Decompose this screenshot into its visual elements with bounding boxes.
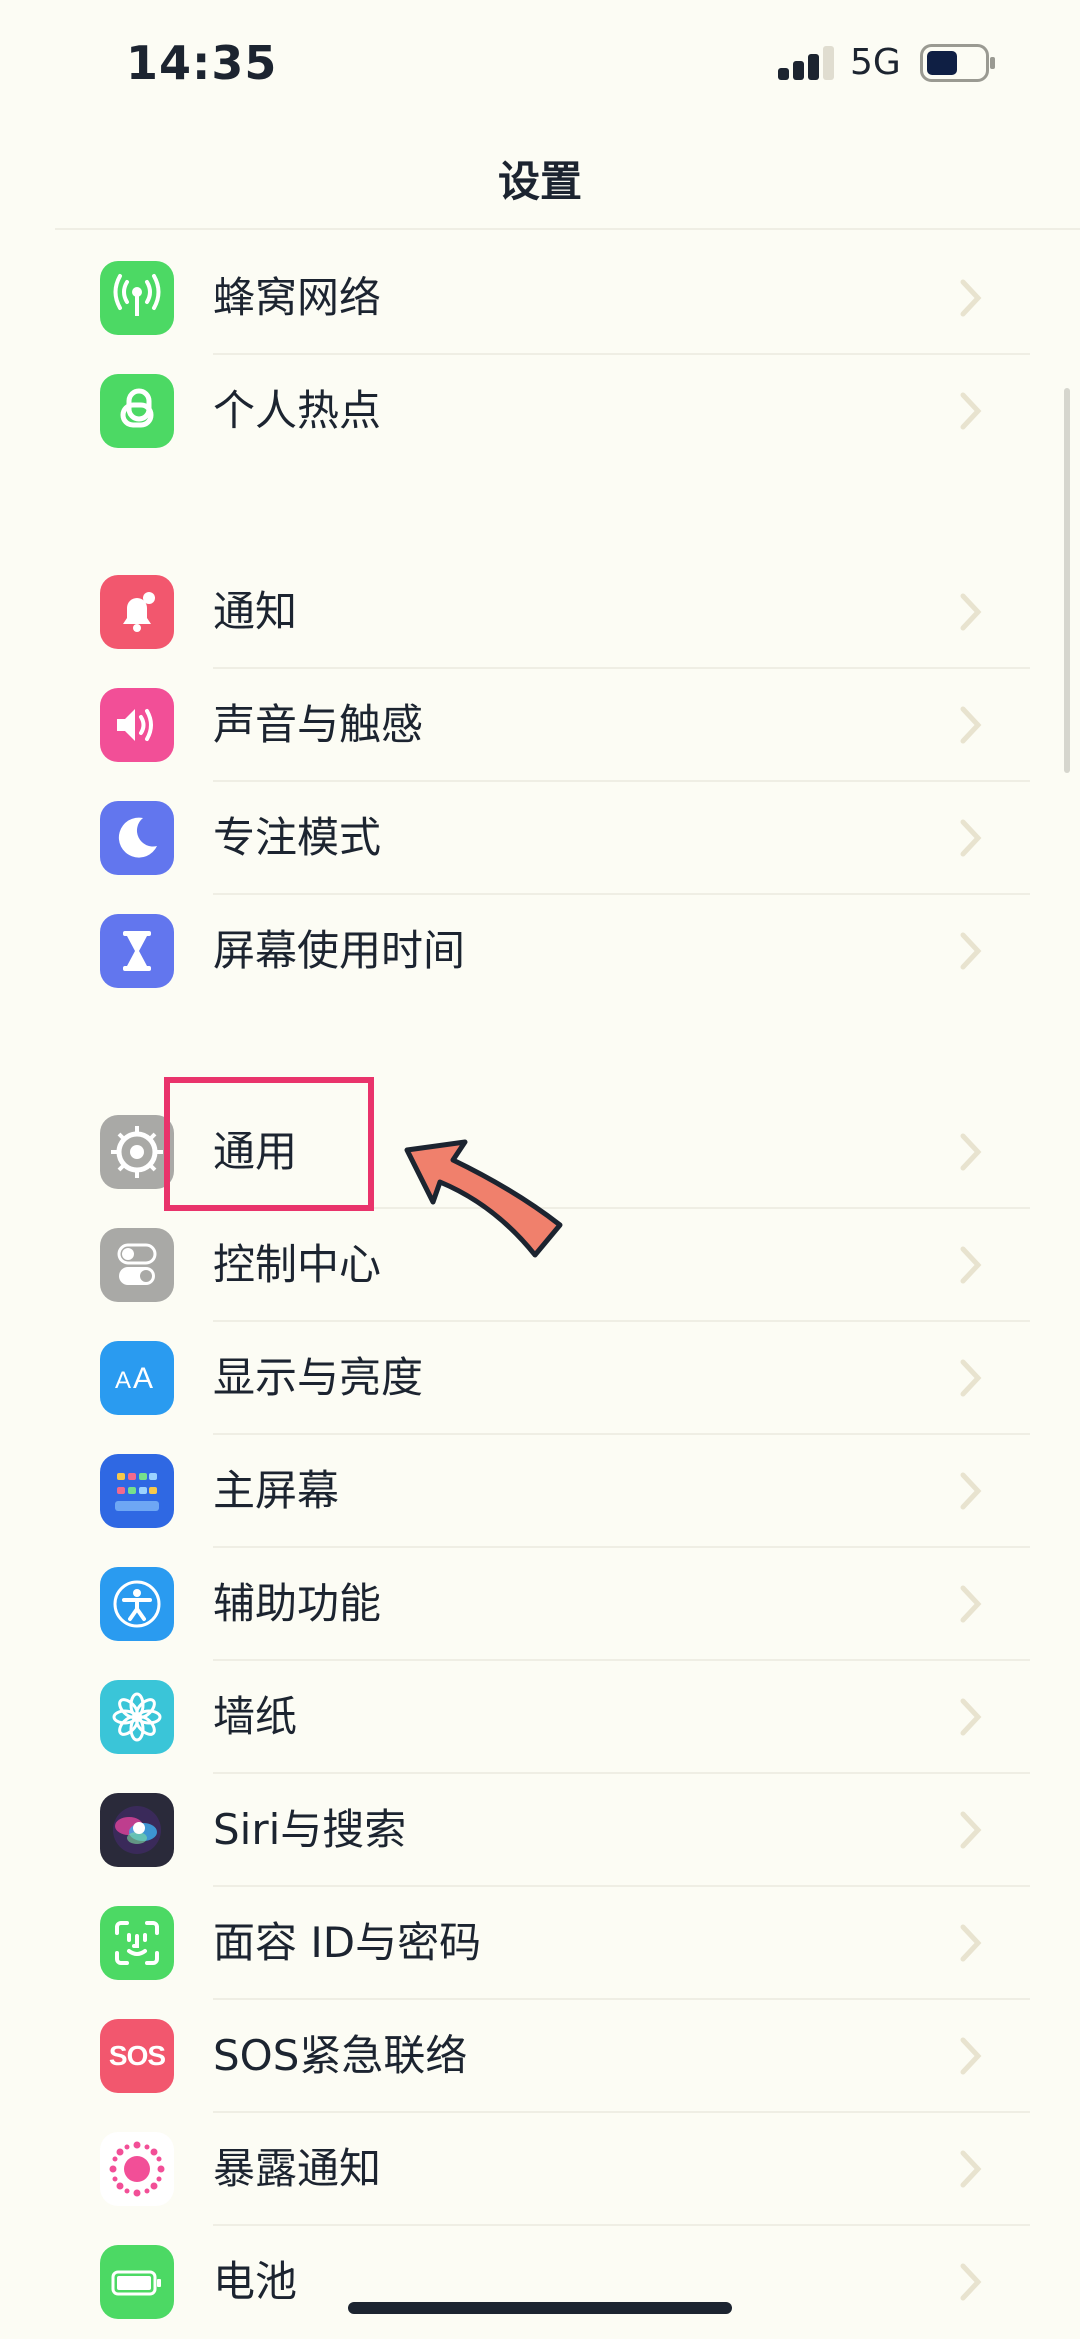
settings-row-accessibility[interactable]: 辅助功能 <box>0 1548 1080 1661</box>
chevron-right-icon <box>960 1472 982 1510</box>
chevron-right-icon <box>960 1585 982 1623</box>
accessibility-icon <box>100 1567 174 1641</box>
settings-row-home-screen[interactable]: 主屏幕 <box>0 1435 1080 1548</box>
exposure-icon <box>100 2132 174 2206</box>
text-size-icon: AA <box>100 1341 174 1415</box>
settings-row-siri[interactable]: Siri与搜索 <box>0 1774 1080 1887</box>
toggles-icon <box>100 1228 174 1302</box>
row-label: 面容 ID与密码 <box>213 1918 482 1967</box>
chevron-right-icon <box>960 1924 982 1962</box>
settings-row-battery[interactable]: 电池 <box>0 2226 1080 2339</box>
settings-row-screen-time[interactable]: 屏幕使用时间 <box>0 895 1080 1008</box>
face-id-icon <box>100 1906 174 1980</box>
settings-row-sos[interactable]: SOS SOS紧急联络 <box>0 2000 1080 2113</box>
settings-row-display[interactable]: AA 显示与亮度 <box>0 1322 1080 1435</box>
chevron-right-icon <box>960 2037 982 2075</box>
siri-icon <box>100 1793 174 1867</box>
row-label: 墙纸 <box>213 1692 298 1741</box>
chevron-right-icon <box>960 1359 982 1397</box>
home-indicator[interactable] <box>348 2302 732 2314</box>
chevron-right-icon <box>960 392 982 430</box>
svg-text:A: A <box>133 1362 153 1395</box>
row-label: 控制中心 <box>213 1240 382 1289</box>
chevron-right-icon <box>960 1698 982 1736</box>
bell-icon <box>100 575 174 649</box>
flower-icon <box>100 1680 174 1754</box>
svg-text:A: A <box>115 1367 131 1394</box>
row-label: 通知 <box>213 587 298 636</box>
speaker-icon <box>100 688 174 762</box>
cellular-icon <box>100 261 174 335</box>
sos-icon: SOS <box>100 2019 174 2093</box>
pointer-arrow-icon <box>404 1139 563 1258</box>
hourglass-icon <box>100 914 174 988</box>
highlight-box <box>164 1077 374 1211</box>
row-label: 个人热点 <box>213 386 382 435</box>
battery-icon <box>100 2245 174 2319</box>
chevron-right-icon <box>960 1246 982 1284</box>
settings-row-wallpaper[interactable]: 墙纸 <box>0 1661 1080 1774</box>
scrollbar[interactable] <box>1064 388 1070 773</box>
chevron-right-icon <box>960 2263 982 2301</box>
row-label: Siri与搜索 <box>213 1805 407 1854</box>
chevron-right-icon <box>960 819 982 857</box>
chevron-right-icon <box>960 706 982 744</box>
chevron-right-icon <box>960 932 982 970</box>
row-label: 显示与亮度 <box>213 1353 424 1402</box>
hotspot-icon <box>100 374 174 448</box>
settings-row-cellular[interactable]: 蜂窝网络 <box>0 242 1080 355</box>
sos-icon-text: SOS <box>108 2040 166 2071</box>
moon-icon <box>100 801 174 875</box>
settings-row-focus[interactable]: 专注模式 <box>0 782 1080 895</box>
row-label: 电池 <box>213 2257 298 2306</box>
chevron-right-icon <box>960 1811 982 1849</box>
settings-row-sounds[interactable]: 声音与触感 <box>0 669 1080 782</box>
settings-row-hotspot[interactable]: 个人热点 <box>0 355 1080 468</box>
row-label: 屏幕使用时间 <box>213 926 466 975</box>
row-label: 声音与触感 <box>213 700 424 749</box>
row-label: 蜂窝网络 <box>213 273 382 322</box>
settings-row-face-id[interactable]: 面容 ID与密码 <box>0 1887 1080 2000</box>
row-label: 暴露通知 <box>213 2144 382 2193</box>
row-label: 主屏幕 <box>213 1466 340 1515</box>
settings-row-notifications[interactable]: 通知 <box>0 556 1080 669</box>
gear-icon <box>100 1115 174 1189</box>
row-label: 专注模式 <box>213 813 382 862</box>
row-label: 辅助功能 <box>213 1579 382 1628</box>
chevron-right-icon <box>960 593 982 631</box>
settings-row-exposure[interactable]: 暴露通知 <box>0 2113 1080 2226</box>
chevron-right-icon <box>960 279 982 317</box>
chevron-right-icon <box>960 2150 982 2188</box>
chevron-right-icon <box>960 1133 982 1171</box>
row-label: SOS紧急联络 <box>213 2031 468 2080</box>
home-grid-icon <box>100 1454 174 1528</box>
